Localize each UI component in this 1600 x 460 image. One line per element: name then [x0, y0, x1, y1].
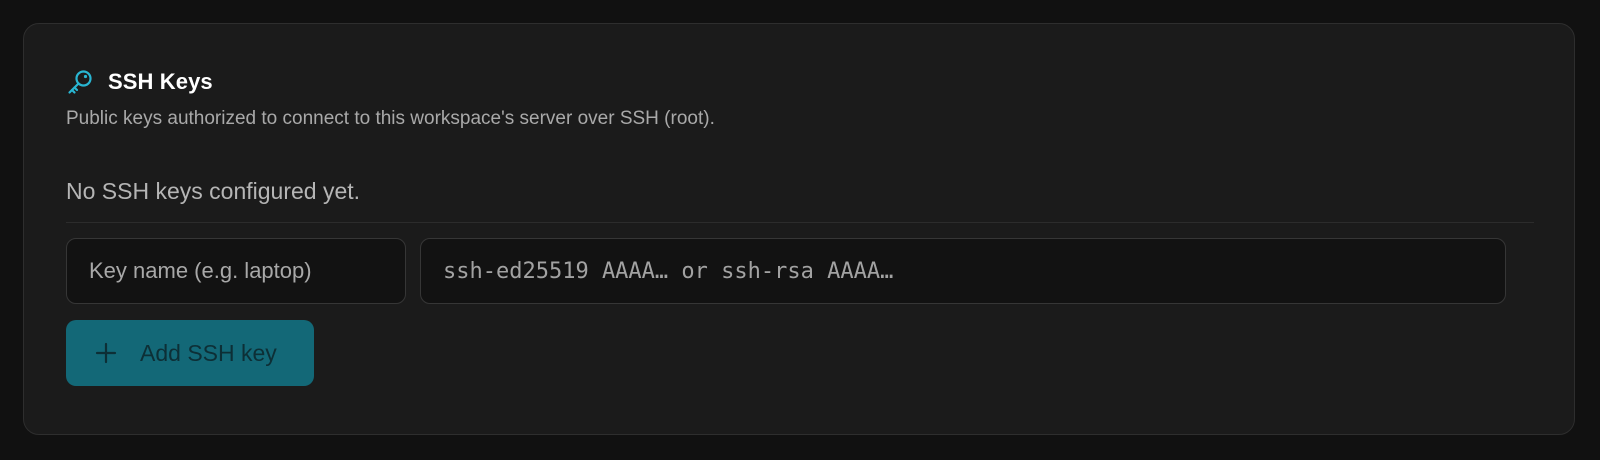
- plus-icon: [94, 341, 118, 365]
- ssh-keys-card: SSH Keys Public keys authorized to conne…: [23, 23, 1575, 435]
- key-name-placeholder: Key name (e.g. laptop): [89, 258, 312, 283]
- public-key-input[interactable]: ssh-ed25519 AAAA… or ssh-rsa AAAA…: [420, 238, 1506, 304]
- divider: [66, 222, 1534, 223]
- key-icon: [66, 68, 94, 96]
- public-key-placeholder: ssh-ed25519 AAAA… or ssh-rsa AAAA…: [443, 258, 894, 284]
- add-ssh-key-label: Add SSH key: [140, 339, 277, 366]
- section-title: SSH Keys: [108, 69, 213, 94]
- key-name-input[interactable]: Key name (e.g. laptop): [66, 238, 406, 304]
- section-description: Public keys authorized to connect to thi…: [66, 108, 715, 129]
- empty-state-message: No SSH keys configured yet.: [66, 178, 361, 204]
- add-ssh-key-button[interactable]: Add SSH key: [66, 320, 314, 386]
- section-header: SSH Keys: [66, 68, 213, 96]
